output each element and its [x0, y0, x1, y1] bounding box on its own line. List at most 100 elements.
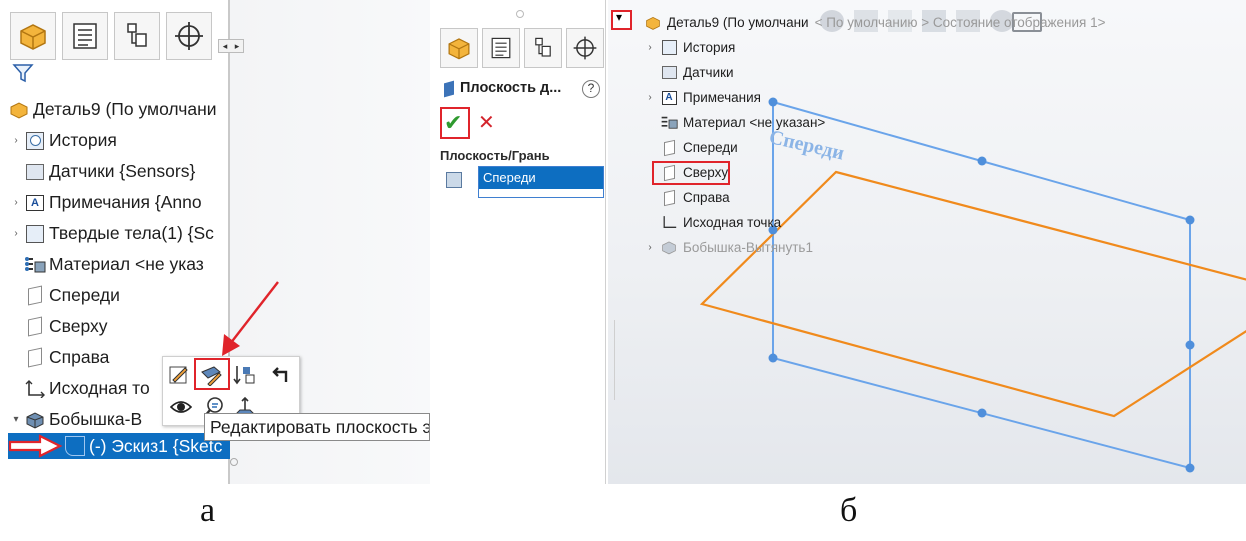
pointer-arrow-icon — [222, 281, 279, 356]
tree-item-material[interactable]: Материал <не указ — [8, 249, 230, 280]
reorder-icon[interactable] — [233, 363, 257, 387]
plane-icon — [24, 285, 46, 306]
property-manager-tab[interactable] — [482, 28, 520, 68]
cancel-button[interactable]: ✕ — [478, 110, 495, 135]
section-label: Плоскость/Грань — [440, 148, 550, 163]
chevron-right-icon[interactable]: › — [8, 197, 24, 208]
tree-item-part[interactable]: Деталь9 (По умолчани < По умолчанию > Со… — [642, 10, 1106, 35]
selection-item[interactable]: Спереди — [479, 167, 603, 189]
tree-item-material[interactable]: Материал <не указан> — [642, 110, 1106, 135]
annotations-icon: A — [24, 193, 46, 213]
tree-label: Твердые тела(1) {Sc — [49, 223, 214, 243]
arrow-right-icon — [8, 434, 63, 458]
history-icon — [24, 131, 46, 151]
tree-item-top-plane[interactable]: Сверху — [8, 311, 230, 342]
chevron-right-icon[interactable]: ▸ — [231, 40, 243, 52]
tree-label: Бобышка-В — [49, 409, 143, 429]
tree-label: Исходная точка — [683, 215, 782, 230]
tree-label: История — [683, 40, 736, 55]
manager-tabs: ◂ ▸ — [10, 12, 244, 60]
tree-item-history[interactable]: › История — [642, 35, 1106, 60]
chevron-right-icon[interactable]: › — [642, 242, 658, 253]
tab-scroll[interactable]: ◂ ▸ — [218, 39, 244, 53]
dim-xpert-tab[interactable] — [166, 12, 212, 60]
plane-icon — [658, 138, 680, 158]
material-icon — [24, 255, 46, 275]
tree-label: Примечания — [683, 90, 761, 105]
chevron-left-icon[interactable]: ◂ — [219, 40, 231, 52]
crosshair-icon — [573, 36, 597, 60]
root: ◂ ▸ Деталь9 (По умолчани › История Датчи… — [0, 0, 1246, 541]
configuration-manager-tab[interactable] — [524, 28, 562, 68]
property-manager-tab[interactable] — [62, 12, 108, 60]
tree-item-front-plane[interactable]: Спереди — [8, 280, 230, 311]
boss-extrude-icon — [24, 410, 46, 430]
tree-item-sensors[interactable]: Датчики — [642, 60, 1106, 85]
feature-manager-tab[interactable] — [10, 12, 56, 60]
tree-item-right-plane[interactable]: Справа — [642, 185, 1106, 210]
property-manager-title: Плоскость д... — [460, 80, 562, 96]
rollback-icon[interactable] — [267, 363, 291, 387]
tree-label: Материал <не указан> — [683, 115, 826, 130]
plane-icon — [444, 80, 454, 98]
toolbar-text: < По умолчанию > Состояние отображения 1… — [814, 15, 1106, 30]
dim-xpert-tab[interactable] — [566, 28, 604, 68]
plane-icon — [24, 316, 46, 337]
tree-label: Датчики — [683, 65, 734, 80]
show-icon[interactable] — [169, 395, 193, 419]
chevron-right-icon[interactable]: › — [8, 135, 24, 146]
tree-item-front-plane[interactable]: Спереди — [642, 135, 1106, 160]
crosshair-icon — [175, 22, 203, 50]
tree-label: Деталь9 (По умолчани — [33, 99, 217, 119]
tree-item-boss-extrude[interactable]: › Бобышка-Вытянуть1 — [642, 235, 1106, 260]
manager-tabs — [440, 28, 604, 68]
sensors-icon — [658, 63, 680, 83]
tooltip: Редактировать плоскость э — [204, 413, 430, 441]
tree-label: Бобышка-Вытянуть1 — [683, 240, 813, 255]
highlight-box — [194, 358, 230, 390]
tree-label: Датчики {Sensors} — [49, 161, 196, 181]
history-icon — [658, 38, 680, 58]
feature-manager-tab[interactable] — [440, 28, 478, 68]
part-icon — [20, 24, 46, 50]
chevron-right-icon[interactable]: › — [642, 42, 658, 53]
tree-item-annotations[interactable]: › A Примечания — [642, 85, 1106, 110]
sensors-icon — [24, 162, 46, 182]
tree-label: Деталь9 (По умолчани — [667, 15, 809, 30]
tree-item-solid-bodies[interactable]: › Твердые тела(1) {Sc — [8, 218, 230, 249]
edit-sketch-icon[interactable] — [167, 363, 191, 387]
splitter-handle[interactable] — [516, 10, 524, 18]
tree-item-annotations[interactable]: › A Примечания {Anno — [8, 187, 230, 218]
tree-label: Материал <не указ — [49, 254, 204, 274]
top-plane-highlight — [652, 161, 730, 185]
chevron-right-icon[interactable]: › — [642, 92, 658, 103]
configuration-icon — [127, 23, 147, 47]
filter-icon[interactable] — [12, 62, 34, 89]
tree-item-origin[interactable]: Исходная точка — [642, 210, 1106, 235]
panel-a: ◂ ▸ Деталь9 (По умолчани › История Датчи… — [0, 0, 430, 484]
ok-button[interactable]: ✔ — [444, 110, 462, 136]
scroll-handle[interactable] — [230, 458, 238, 466]
tree-item-sensors[interactable]: Датчики {Sensors} — [8, 156, 230, 187]
part-icon — [642, 13, 664, 33]
help-icon[interactable]: ? — [582, 80, 600, 98]
annotations-icon: A — [658, 88, 680, 108]
configuration-manager-tab[interactable] — [114, 12, 160, 60]
tree-label: Примечания {Anno — [49, 192, 202, 212]
tree-item-history[interactable]: › История — [8, 125, 230, 156]
chevron-right-icon[interactable]: › — [8, 228, 24, 239]
tree-label: Спереди — [49, 285, 120, 305]
tree-item-part[interactable]: Деталь9 (По умолчани — [8, 94, 230, 125]
tree-label: Сверху — [49, 316, 108, 336]
plane-icon — [24, 347, 46, 368]
chevron-down-icon[interactable]: ▾ — [8, 414, 24, 425]
property-manager-panel: Плоскость д... ? ✔ ✕ Плоскость/Грань Спе… — [432, 0, 606, 484]
tree-label: История — [49, 130, 117, 150]
tree-label: Исходная то — [49, 378, 150, 398]
sketch-icon — [64, 436, 86, 456]
chevron-down-icon[interactable]: ▾ — [616, 10, 622, 24]
property-list-icon — [491, 37, 511, 59]
panel-b: Плоскость д... ? ✔ ✕ Плоскость/Грань Спе… — [432, 0, 1246, 484]
tree-label: Справа — [49, 347, 110, 367]
caption-b: б — [840, 492, 858, 529]
